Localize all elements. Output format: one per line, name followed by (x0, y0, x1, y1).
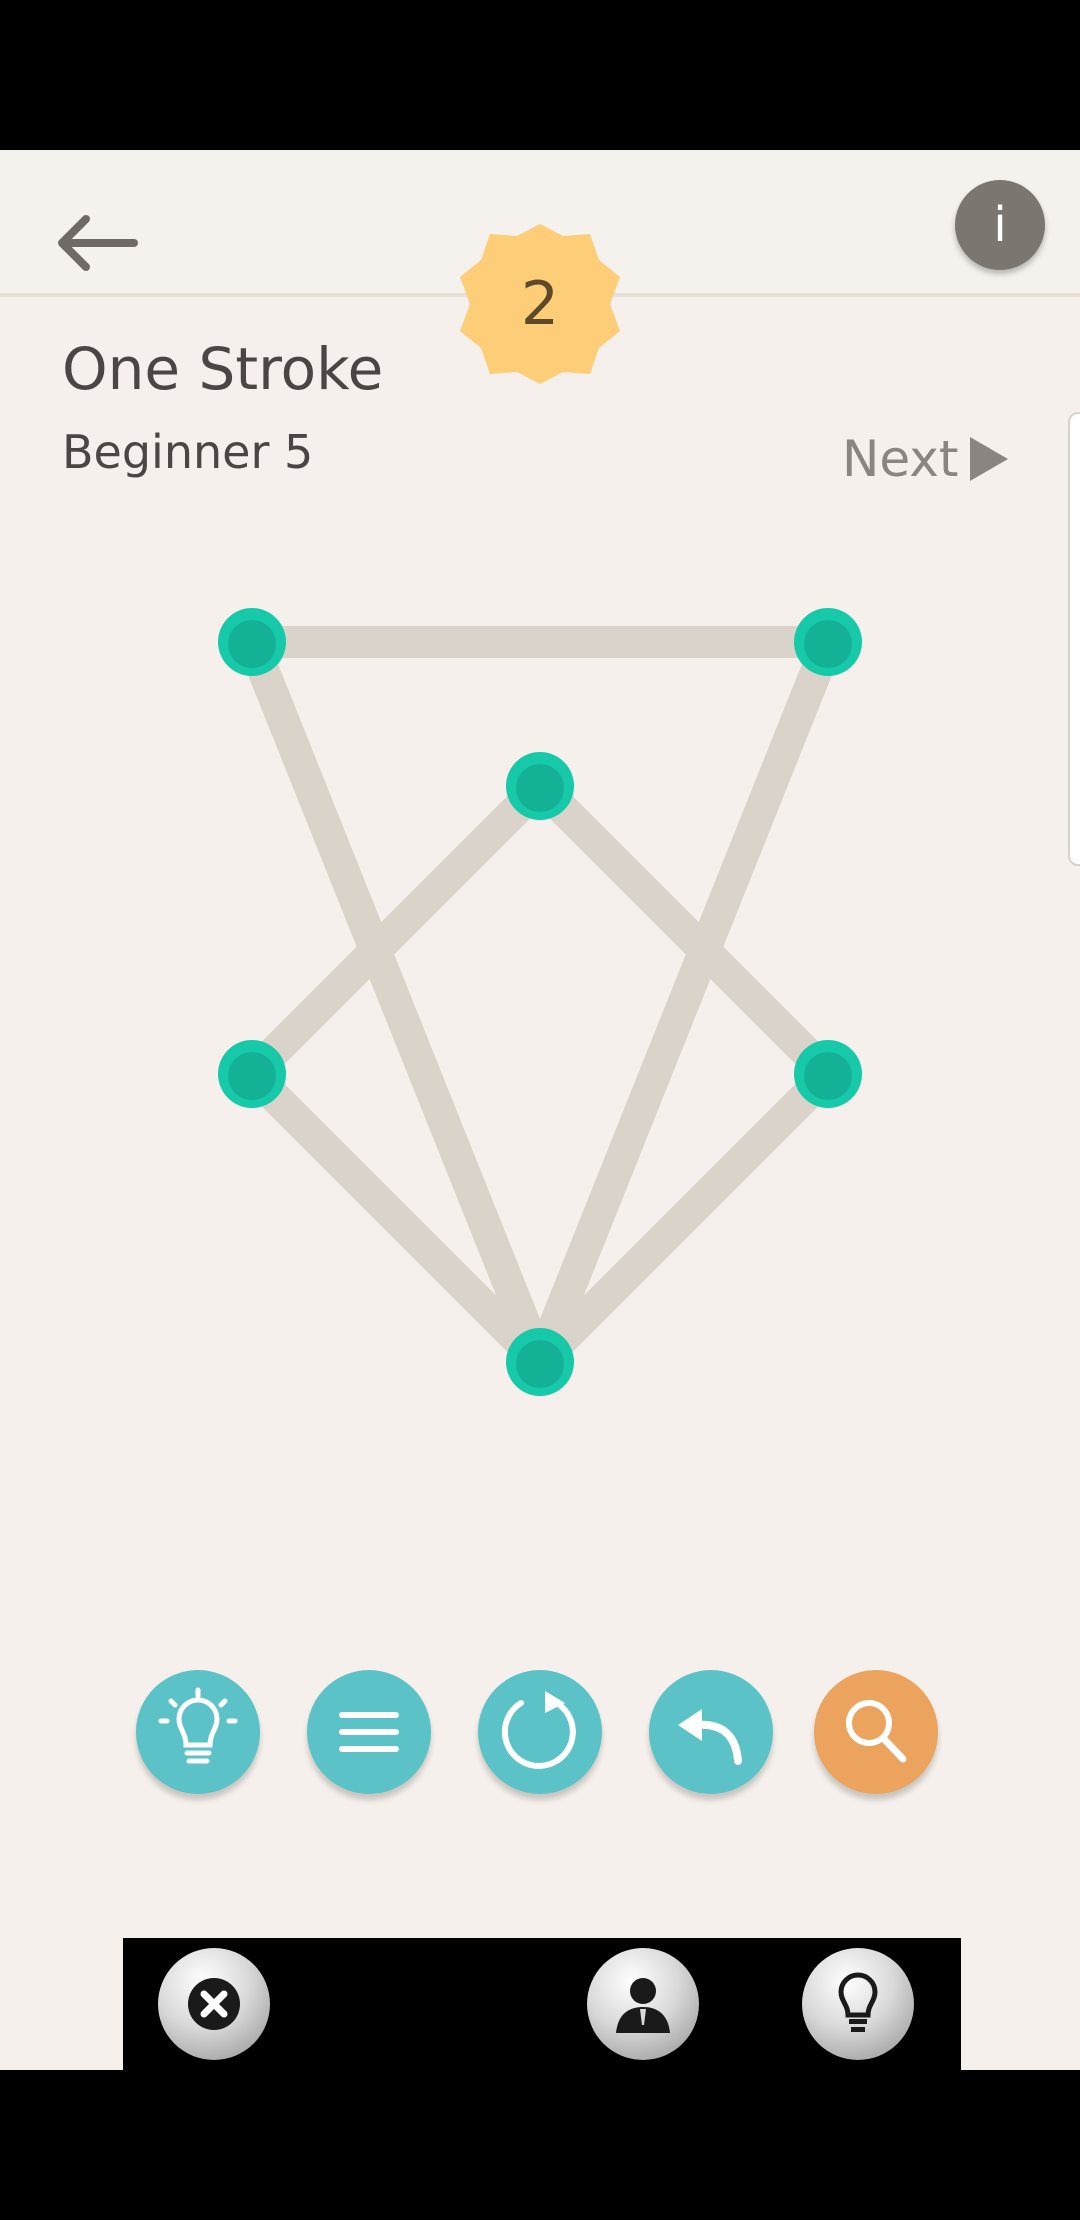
zoom-icon (846, 1700, 907, 1763)
edge-left-top-to-bottom[interactable] (236, 626, 556, 1378)
status-bar (0, 0, 1080, 150)
node-middle-right[interactable] (794, 1040, 862, 1108)
node-center[interactable] (506, 752, 574, 820)
node-top-right[interactable] (794, 608, 862, 676)
undo-icon (678, 1709, 742, 1765)
restart-button[interactable] (478, 1670, 602, 1794)
close-icon (188, 1978, 240, 2030)
navigation-bar (0, 2070, 1080, 2220)
person-icon (616, 1978, 670, 2033)
menu-button[interactable] (307, 1670, 431, 1794)
hint-button[interactable] (136, 1670, 260, 1794)
node-bottom[interactable] (506, 1328, 574, 1396)
zoom-button[interactable] (814, 1670, 938, 1794)
ad-hint-button[interactable] (802, 1948, 914, 2060)
undo-button[interactable] (649, 1670, 773, 1794)
menu-icon (339, 1712, 399, 1752)
ad-profile-button[interactable] (587, 1948, 699, 2060)
edge-right-top-to-bottom[interactable] (524, 626, 844, 1378)
game-screen: i 2 One Stroke Beginner 5 Next (0, 150, 1080, 2070)
ad-banner (123, 1938, 961, 2070)
restart-icon (501, 1691, 576, 1769)
node-top-left[interactable] (218, 608, 286, 676)
lightbulb-icon (838, 1972, 878, 2032)
node-middle-left[interactable] (218, 1040, 286, 1108)
lightbulb-icon (158, 1687, 238, 1764)
ad-close-button[interactable] (158, 1948, 270, 2060)
